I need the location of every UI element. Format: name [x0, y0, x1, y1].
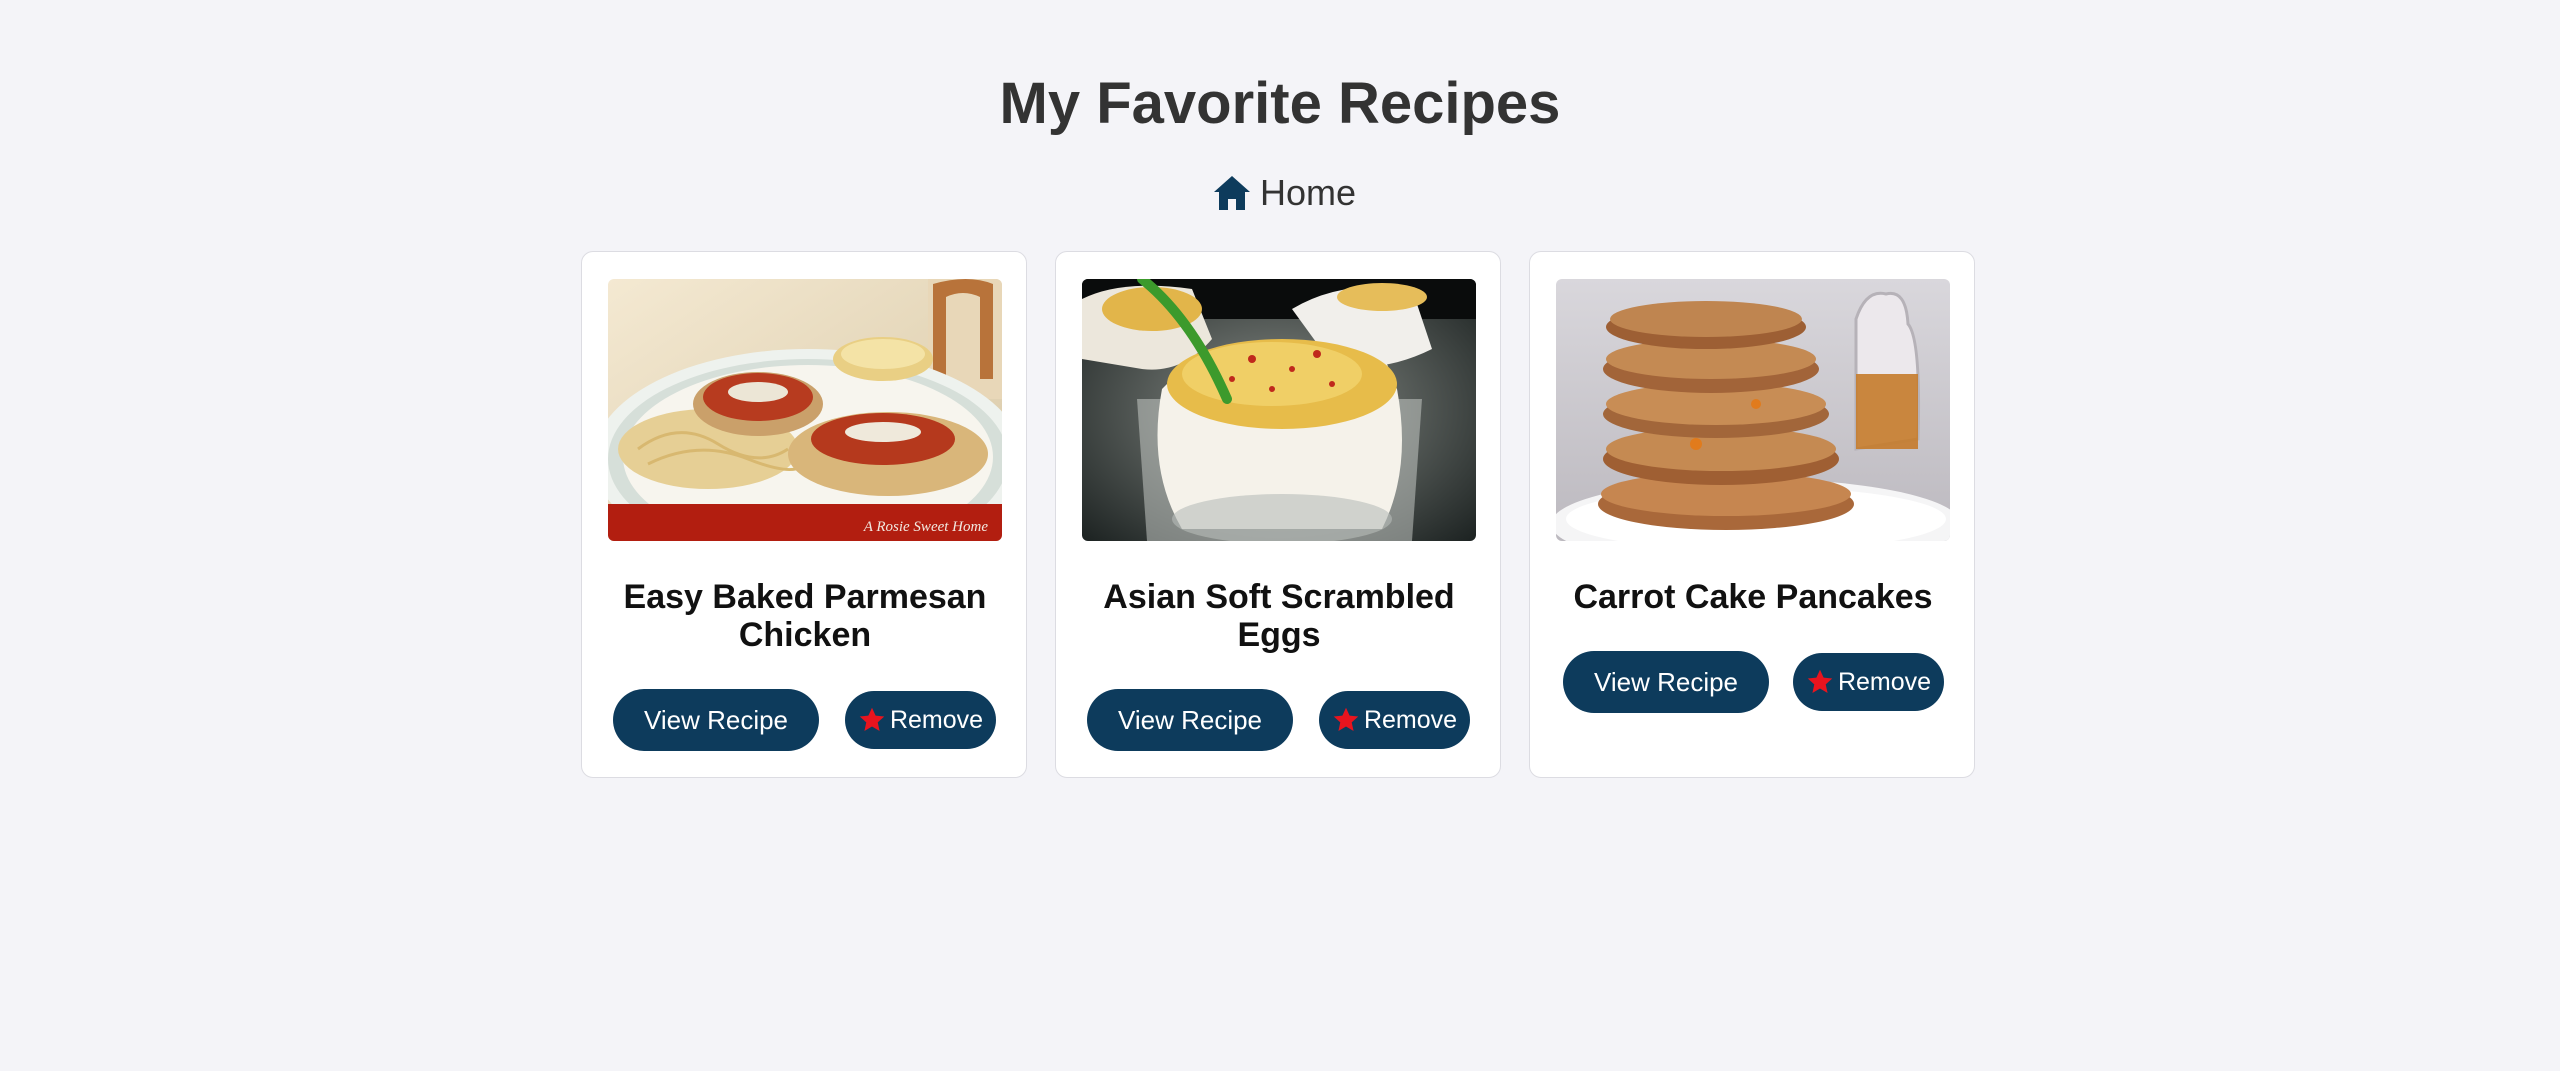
- view-recipe-button[interactable]: View Recipe: [613, 689, 819, 751]
- star-icon: [1333, 707, 1359, 731]
- home-icon: [1214, 176, 1250, 210]
- remove-button[interactable]: Remove: [1319, 691, 1470, 749]
- recipe-image: [1082, 279, 1476, 541]
- recipe-image: [1556, 279, 1950, 541]
- view-recipe-button[interactable]: View Recipe: [1087, 689, 1293, 751]
- svg-text:A Rosie Sweet Home: A Rosie Sweet Home: [863, 519, 989, 535]
- star-icon: [1807, 669, 1833, 693]
- recipe-title: Easy Baked Parmesan Chicken: [623, 578, 987, 654]
- remove-label: Remove: [1837, 667, 1932, 696]
- recipe-card-list: A Rosie Sweet Home Easy Baked Parmesan C…: [581, 251, 1975, 778]
- remove-button[interactable]: Remove: [1793, 653, 1944, 711]
- recipe-card: A Rosie Sweet Home Easy Baked Parmesan C…: [581, 251, 1027, 778]
- home-link[interactable]: Home: [1212, 168, 1356, 218]
- recipe-title: Asian Soft Scrambled Eggs: [1103, 578, 1455, 654]
- recipe-title: Carrot Cake Pancakes: [1573, 578, 1933, 616]
- recipe-image: A Rosie Sweet Home: [608, 279, 1002, 541]
- star-icon: [859, 707, 885, 731]
- page-title: My Favorite Recipes: [999, 71, 1561, 136]
- view-recipe-button[interactable]: View Recipe: [1563, 651, 1769, 713]
- remove-button[interactable]: Remove: [845, 691, 996, 749]
- remove-label: Remove: [1363, 705, 1458, 734]
- remove-label: Remove: [889, 705, 984, 734]
- recipe-card: Carrot Cake Pancakes View Recipe Remove: [1529, 251, 1975, 778]
- home-label: Home: [1260, 172, 1357, 213]
- recipe-card: Asian Soft Scrambled Eggs View Recipe Re…: [1055, 251, 1501, 778]
